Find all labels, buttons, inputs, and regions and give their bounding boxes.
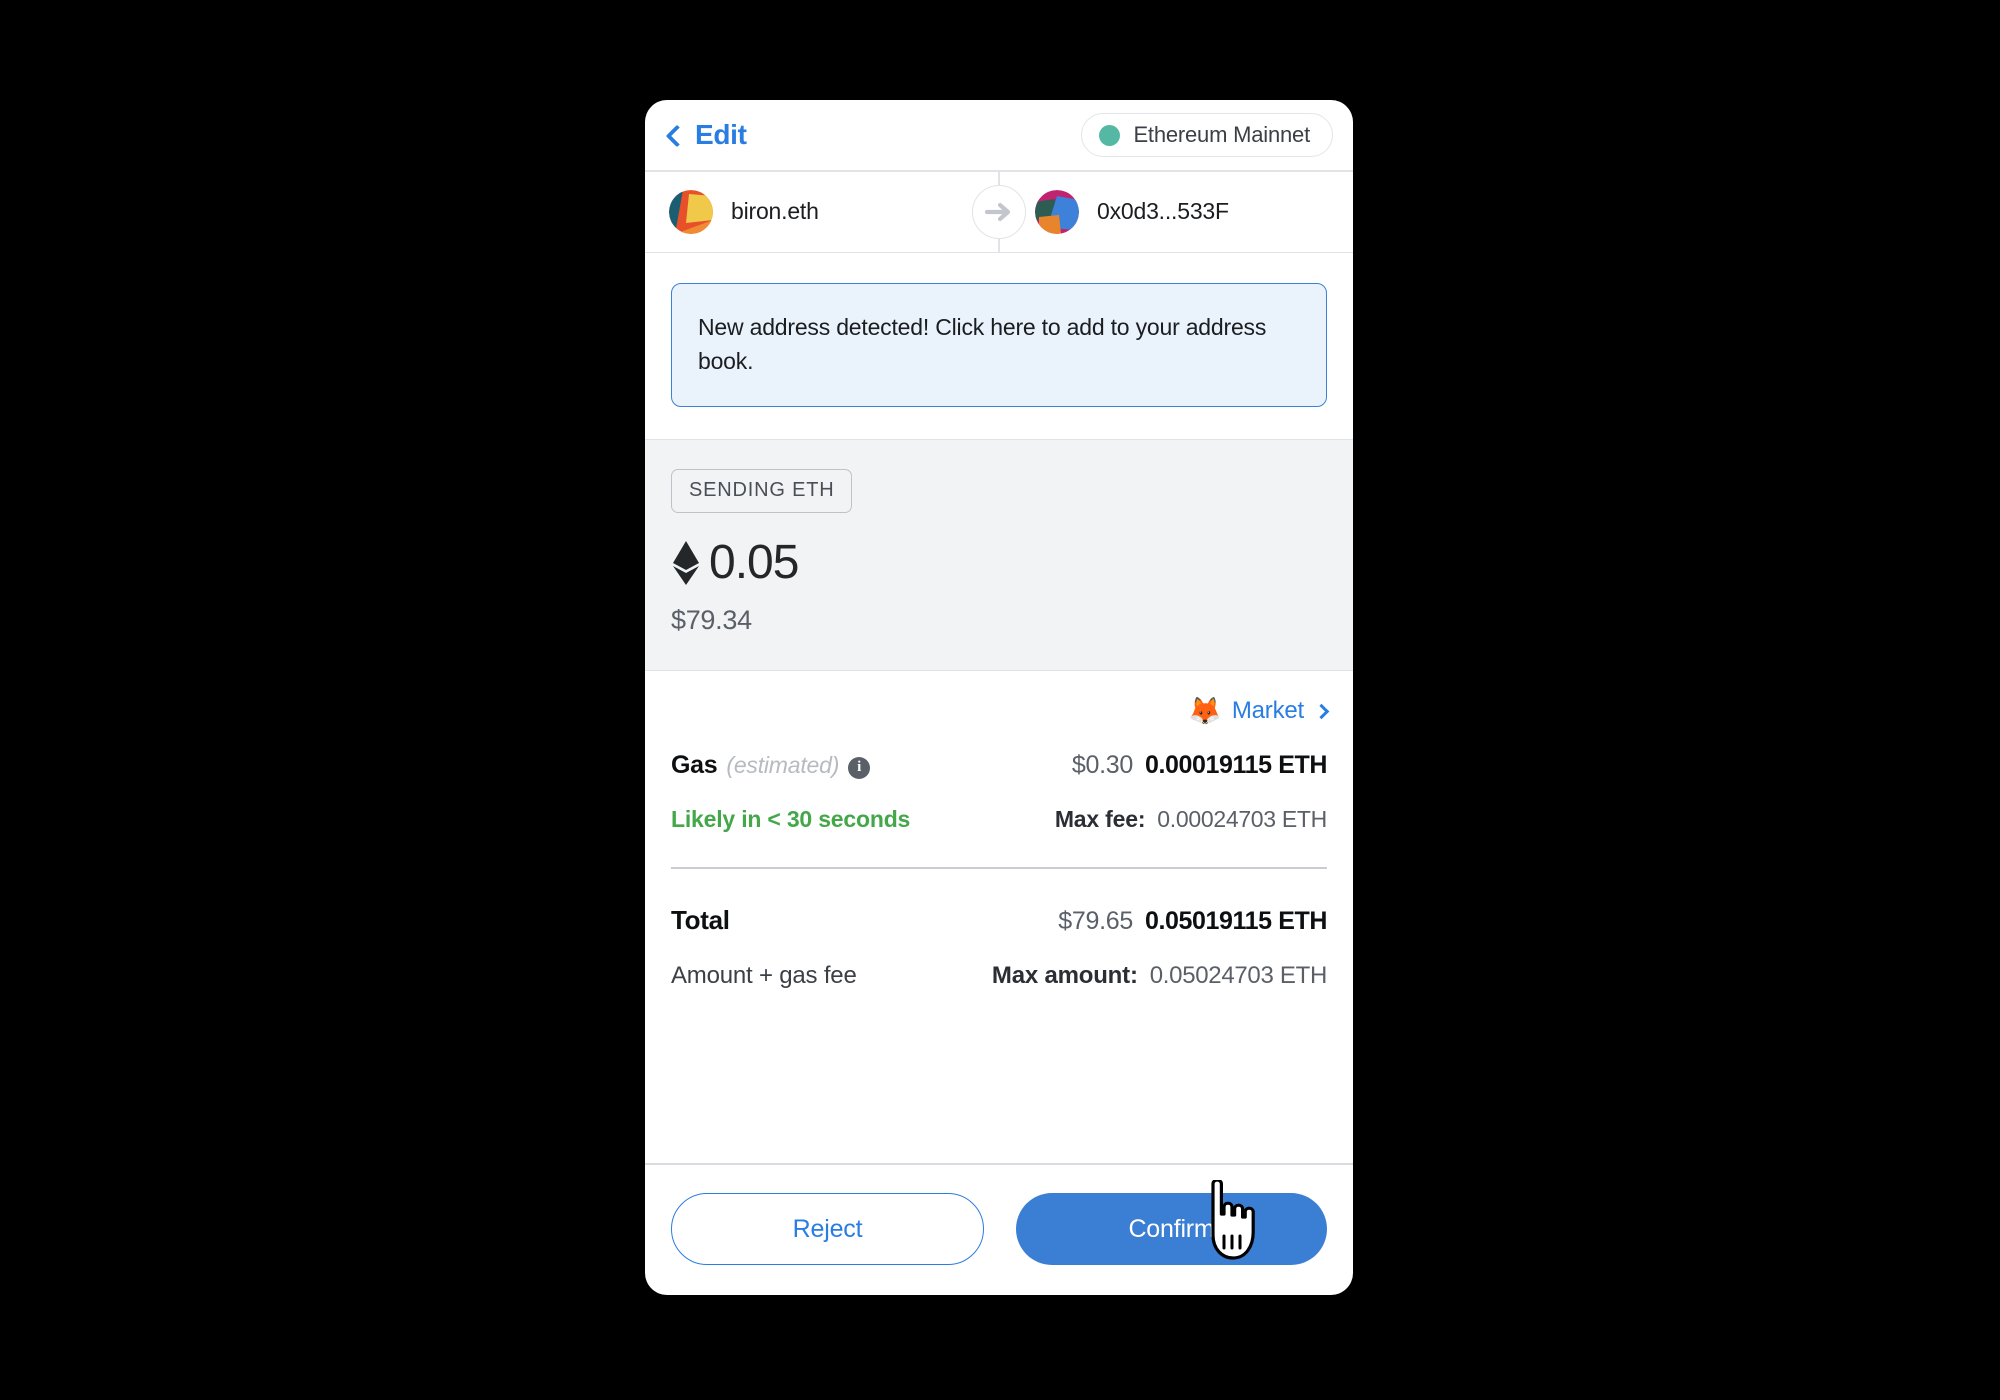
alert-message: New address detected! Click here to add … [698,314,1267,375]
screen: Edit Ethereum Mainnet biron.eth 0x0d3...… [0,0,2000,1400]
header-bar: Edit Ethereum Mainnet [645,100,1353,170]
fee-total-divider [671,867,1327,870]
fox-emoji-icon: 🦊 [1188,695,1222,726]
sending-fiat-value: $79.34 [671,605,752,636]
transfer-arrow-badge [972,184,1026,239]
network-name-label: Ethereum Mainnet [1133,122,1310,147]
max-amount-value: 0.05024703 ETH [1149,962,1328,990]
recipient-address: 0x0d3...533F [1097,198,1229,224]
max-fee-label: Max fee: [1054,806,1146,833]
market-label: Market [1231,697,1304,725]
max-amount-label: Max amount: [991,962,1138,990]
market-link[interactable]: 🦊 Market [671,695,1330,726]
edit-label: Edit [695,119,747,150]
sender-name: biron.eth [731,198,819,224]
network-selector[interactable]: Ethereum Mainnet [1081,113,1333,157]
chevron-right-icon [1313,703,1330,719]
max-fee-row: Likely in < 30 seconds Max fee: 0.000247… [671,806,1327,833]
gas-eth-value: 0.00019115 ETH [1144,751,1327,780]
sending-amount-row: 0.05 [671,539,1327,587]
reject-button[interactable]: Reject [671,1193,984,1265]
transaction-speed-label: Likely in < 30 seconds [671,806,911,833]
sending-amount: 0.05 [709,536,799,590]
total-sublabel: Amount + gas fee [671,962,857,990]
transfer-row: biron.eth 0x0d3...533F [645,171,1353,252]
gas-label: Gas [671,751,718,780]
max-amount-row: Amount + gas fee Max amount: 0.05024703 … [671,962,1327,990]
network-status-dot [1099,124,1121,146]
total-row: Total $79.65 0.05019115 ETH [671,905,1327,936]
alert-zone: New address detected! Click here to add … [645,253,1353,439]
sending-token-badge: SENDING ETH [671,469,853,514]
gas-fiat-value: $0.30 [1071,751,1133,780]
sender-avatar [669,189,713,234]
total-label: Total [671,905,730,936]
recipient-account[interactable]: 0x0d3...533F [999,189,1329,234]
max-fee-value: 0.00024703 ETH [1157,806,1327,833]
gas-estimated-label: (estimated) [726,752,840,779]
info-icon[interactable]: i [848,756,871,779]
recipient-avatar [1035,189,1079,234]
metamask-confirmation-card: Edit Ethereum Mainnet biron.eth 0x0d3...… [645,100,1353,1295]
total-fiat-value: $79.65 [1058,907,1133,936]
ethereum-diamond-icon [671,540,701,586]
fee-section: 🦊 Market Gas (estimated) i $0.30 0.00019… [645,671,1353,1163]
chevron-left-icon [665,124,689,147]
confirm-button[interactable]: Confirm [1016,1193,1327,1265]
sending-section: SENDING ETH 0.05 $79.34 [645,439,1353,672]
total-eth-value: 0.05019115 ETH [1144,907,1327,936]
new-address-alert[interactable]: New address detected! Click here to add … [671,283,1327,408]
footer-actions: Reject Confirm [645,1163,1353,1295]
arrow-right-icon [985,202,1011,221]
sender-account[interactable]: biron.eth [669,189,999,234]
gas-row: Gas (estimated) i $0.30 0.00019115 ETH [671,751,1327,780]
back-edit-button[interactable]: Edit [665,119,747,151]
